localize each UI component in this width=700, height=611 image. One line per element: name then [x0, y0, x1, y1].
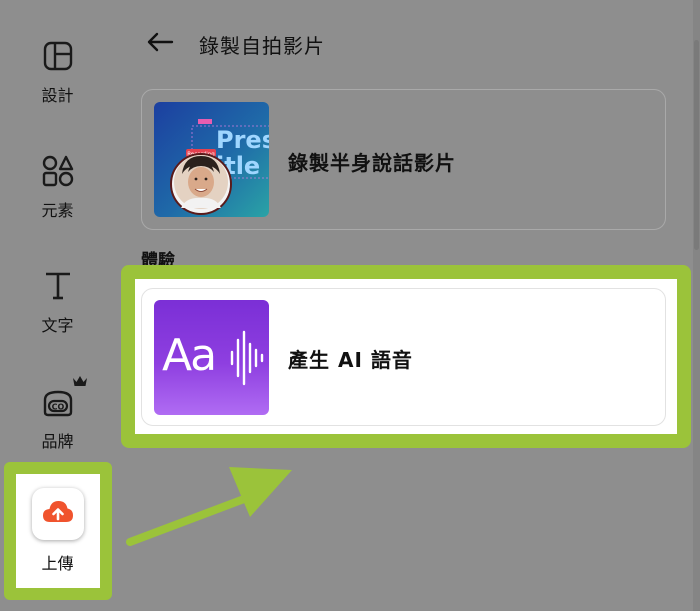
- back-button[interactable]: [144, 30, 176, 58]
- ai-voice-thumbnail: Aa: [154, 300, 269, 415]
- rail-label: 品牌: [41, 432, 74, 451]
- rail-item-brand[interactable]: CO 品牌: [0, 376, 115, 452]
- text-t-icon: [40, 268, 76, 304]
- panel-title: 錄製自拍影片: [199, 34, 325, 58]
- sound-wave-icon: [230, 330, 264, 386]
- rail-item-design[interactable]: 設計: [0, 38, 115, 106]
- rail-label: 設計: [41, 86, 74, 105]
- rail-item-upload[interactable]: [32, 488, 84, 540]
- rail-item-elements[interactable]: 元素: [0, 153, 115, 221]
- scrollbar-thumb[interactable]: [694, 40, 699, 250]
- side-rail: 設計 元素 文字 CO 品牌 上傳: [0, 0, 115, 611]
- record-video-thumbnail: Pres itle s Recording: [154, 102, 269, 217]
- generate-ai-voice-label: 產生 AI 語音: [288, 348, 413, 372]
- rail-label: 文字: [41, 316, 74, 335]
- rail-label-upload: 上傳: [41, 554, 74, 573]
- cloud-upload-icon: [41, 498, 75, 530]
- rail-label: 元素: [41, 201, 74, 220]
- brand-kit-icon: CO: [40, 376, 87, 420]
- record-talking-video-label: 錄製半身說話影片: [288, 151, 456, 175]
- svg-text:CO: CO: [51, 403, 64, 412]
- shapes-icon: [40, 153, 76, 189]
- crown-icon: [72, 372, 88, 391]
- layout-icon: [40, 38, 76, 74]
- arrow-left-icon: [146, 31, 174, 57]
- rail-item-text[interactable]: 文字: [0, 268, 115, 336]
- thumb-text: Pres: [216, 126, 269, 154]
